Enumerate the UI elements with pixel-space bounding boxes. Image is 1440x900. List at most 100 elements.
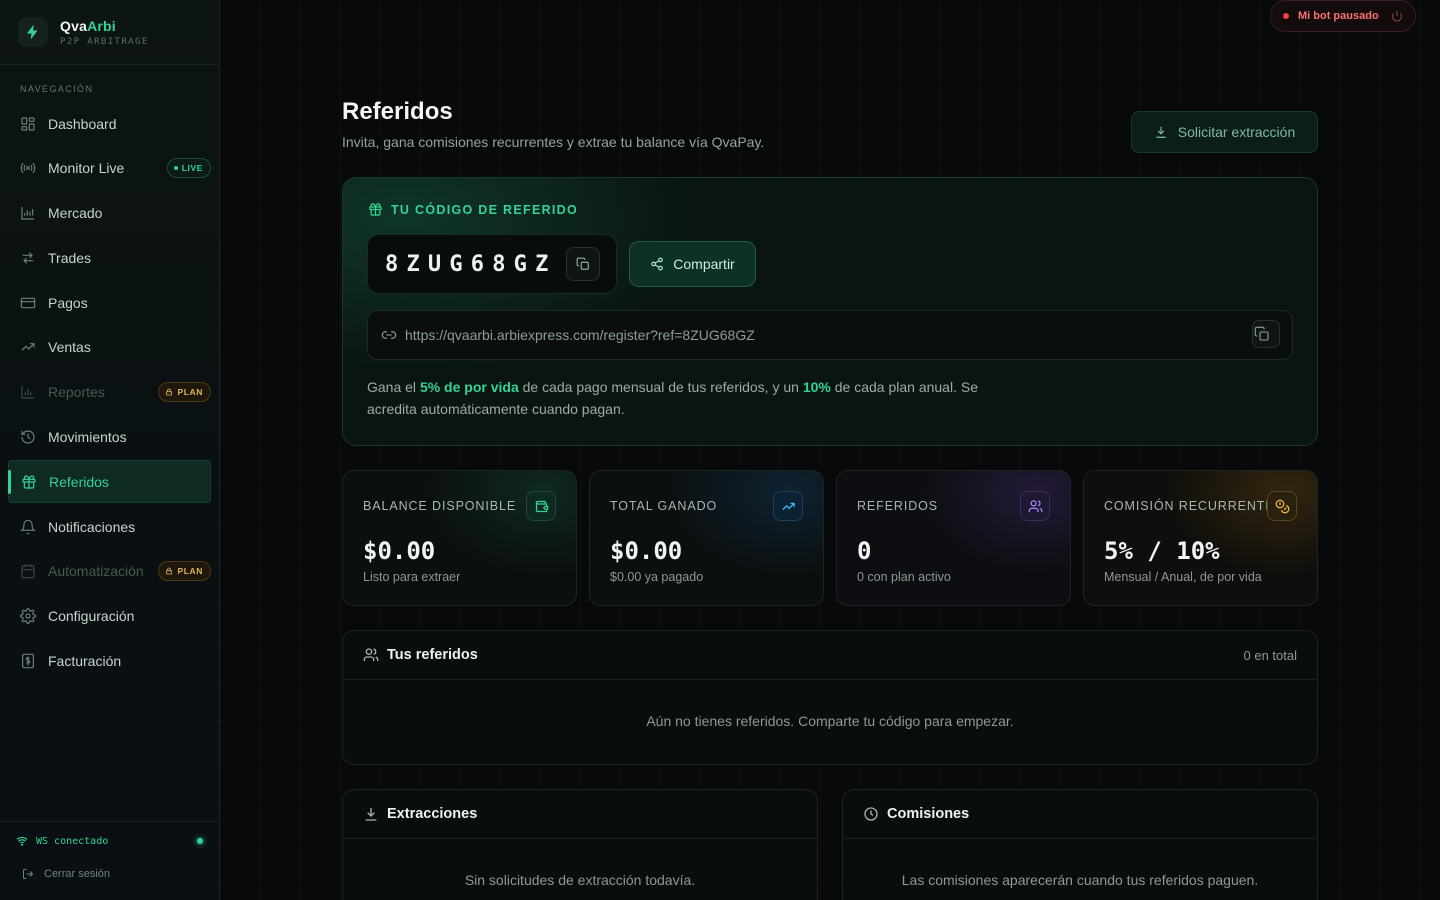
copy-code-button[interactable] (566, 247, 600, 281)
ws-status-label: WS conectado (36, 835, 109, 847)
copy-link-button[interactable] (1252, 320, 1280, 348)
sidebar-item-label: Configuración (48, 608, 135, 625)
brand[interactable]: QvaArbi P2P ARBITRAGE (0, 0, 219, 65)
plan-badge: PLAN (158, 382, 211, 403)
extractions-panel-header: Extracciones (343, 790, 817, 839)
bell-icon (20, 519, 36, 534)
sidebar-item-referidos[interactable]: Referidos (8, 460, 211, 504)
sidebar-item-label: Ventas (48, 339, 91, 356)
sidebar-item-trades[interactable]: Trades (8, 236, 211, 279)
bar-chart-icon (21, 386, 34, 399)
calendar-icon (21, 564, 35, 579)
referral-link-field[interactable]: https://qvaarbi.arbiexpress.com/register… (367, 310, 1293, 360)
commissions-empty-state: Las comisiones aparecerán cuando tus ref… (901, 872, 1259, 888)
brand-name: QvaArbi (60, 17, 116, 34)
page-title: Referidos (342, 98, 453, 125)
copy-icon (576, 257, 589, 270)
stat-value: $0.00 (610, 537, 683, 565)
sidebar-item-pagos[interactable]: Pagos (8, 281, 211, 324)
sidebar: QvaArbi P2P ARBITRAGE NAVEGACIÓN Dashboa… (0, 0, 220, 900)
extractions-panel-title: Extracciones (387, 806, 478, 822)
sidebar-item-label: Trades (48, 249, 92, 266)
gift-icon (369, 203, 382, 216)
card-icon (20, 297, 36, 308)
sidebar-item-label: Automatización (48, 563, 144, 580)
history-icon (21, 430, 35, 444)
referral-code-card: TU CÓDIGO DE REFERIDO 8ZUG68GZ Compartir… (342, 177, 1318, 446)
wallet-icon (526, 491, 556, 521)
sidebar-item-dashboard[interactable]: Dashboard (8, 102, 211, 145)
sidebar-item-movimientos[interactable]: Movimientos (8, 416, 211, 459)
sidebar-item-configuracion[interactable]: Configuración (8, 595, 211, 638)
referrals-panel: Tus referidos 0 en total Aún no tienes r… (342, 630, 1318, 765)
stat-sub: 0 con plan activo (857, 570, 951, 584)
clock-icon (864, 807, 878, 821)
commissions-panel-title: Comisiones (887, 806, 970, 822)
sidebar-item-reportes[interactable]: Reportes PLAN (8, 371, 211, 414)
stat-value: $0.00 (363, 537, 436, 565)
gift-icon (22, 475, 36, 489)
referral-code-box: 8ZUG68GZ (367, 234, 617, 294)
logout-button[interactable]: Cerrar sesión (0, 860, 219, 888)
power-icon (1392, 11, 1402, 22)
sidebar-item-label: Movimientos (48, 429, 127, 446)
bot-status-label: Mi bot pausado (1298, 10, 1379, 22)
stat-value: 5% / 10% (1104, 537, 1220, 565)
sidebar-item-label: Reportes (48, 384, 105, 401)
commissions-panel-header: Comisiones (843, 790, 1317, 839)
brand-tagline: P2P ARBITRAGE (60, 36, 149, 47)
referral-link: https://qvaarbi.arbiexpress.com/register… (405, 327, 755, 343)
bot-status-pill[interactable]: Mi bot pausado (1270, 0, 1416, 32)
sidebar-item-ventas[interactable]: Ventas (8, 326, 211, 369)
sidebar-item-label: Notificaciones (48, 518, 136, 535)
sidebar-item-notificaciones[interactable]: Notificaciones (8, 505, 211, 548)
sidebar-item-label: Facturación (48, 653, 122, 670)
nav-list: Dashboard Monitor Live LIVE Mercado Trad… (0, 102, 219, 683)
sidebar-item-label: Mercado (48, 205, 103, 222)
stat-label: TOTAL GANADO (610, 499, 718, 513)
stat-referrals-card: REFERIDOS 0 0 con plan activo (836, 470, 1071, 606)
grid-icon (21, 116, 35, 131)
share-icon (651, 257, 664, 271)
trend-up-icon (773, 491, 803, 521)
share-button[interactable]: Compartir (629, 241, 756, 287)
nav-section-label: NAVEGACIÓN (20, 84, 94, 94)
logout-icon (23, 869, 34, 879)
sidebar-item-label: Dashboard (48, 115, 117, 132)
stat-label: COMISIÓN RECURRENTE (1104, 499, 1275, 513)
live-badge: LIVE (166, 158, 211, 179)
stat-label: BALANCE DISPONIBLE (363, 499, 517, 513)
copy-icon (1254, 326, 1269, 341)
sidebar-item-label: Monitor Live (48, 160, 125, 177)
coins-icon (1267, 491, 1297, 521)
gear-icon (20, 608, 36, 625)
share-label: Compartir (673, 256, 735, 272)
bolt-icon (18, 17, 48, 47)
users-icon (363, 648, 379, 661)
referrals-panel-header: Tus referidos 0 en total (343, 631, 1317, 680)
wifi-icon (16, 836, 28, 846)
users-icon (1020, 491, 1050, 521)
stat-label: REFERIDOS (857, 499, 939, 513)
main-content: Mi bot pausado Referidos Invita, gana co… (220, 0, 1440, 900)
lock-icon (166, 568, 173, 575)
download-icon (365, 808, 377, 821)
referrals-panel-title: Tus referidos (387, 647, 478, 663)
sidebar-item-automatizacion[interactable]: Automatización PLAN (8, 550, 211, 593)
request-extraction-button[interactable]: Solicitar extracción (1131, 111, 1318, 153)
sidebar-footer: WS conectado Cerrar sesión (0, 821, 219, 900)
commissions-panel: Comisiones Las comisiones aparecerán cua… (842, 789, 1318, 900)
lock-icon (166, 388, 173, 396)
referrals-count: 0 en total (1243, 647, 1298, 663)
stat-value: 0 (857, 537, 872, 565)
link-icon (381, 331, 397, 339)
sidebar-item-label: Pagos (48, 294, 88, 311)
ws-status-dot (197, 838, 203, 844)
status-dot (1283, 13, 1289, 19)
sidebar-item-facturacion[interactable]: Facturación (8, 640, 211, 683)
extractions-panel: Extracciones Sin solicitudes de extracci… (342, 789, 818, 900)
sidebar-item-monitor-live[interactable]: Monitor Live LIVE (8, 147, 211, 190)
ws-status: WS conectado (0, 822, 219, 860)
stat-balance-card: BALANCE DISPONIBLE $0.00 Listo para extr… (342, 470, 577, 606)
sidebar-item-mercado[interactable]: Mercado (8, 192, 211, 235)
